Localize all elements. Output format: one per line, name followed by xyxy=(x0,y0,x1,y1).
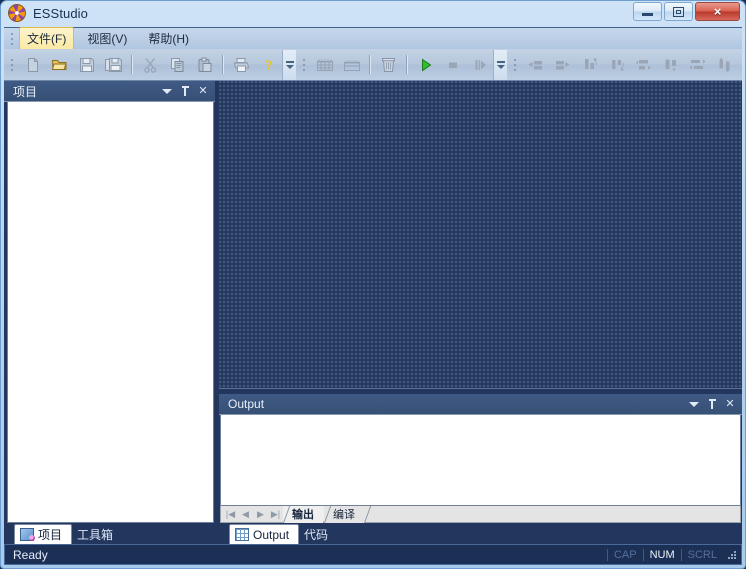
first-sheet-button[interactable]: |◀ xyxy=(223,507,238,521)
status-bar: Ready CAP NUM SCRL xyxy=(4,544,742,565)
prev-sheet-button[interactable]: ◀ xyxy=(238,507,253,521)
toolbar-overflow-1[interactable] xyxy=(282,49,296,80)
editor-canvas[interactable] xyxy=(219,81,742,389)
project-panel-caption: 项目 ✕ xyxy=(4,81,215,102)
svg-text:?: ? xyxy=(265,58,273,73)
panel-dropdown-icon[interactable] xyxy=(159,83,175,99)
step-over-icon[interactable] xyxy=(467,52,492,77)
edit-table-icon[interactable] xyxy=(339,52,364,77)
workspace: 项目 ✕ 项目 工具箱 Output ✕ |◀ ◀ ▶ ▶| 输出 编译 Out… xyxy=(4,81,742,544)
status-badge-cap: CAP xyxy=(606,548,643,561)
dock-tab-output[interactable]: Output xyxy=(229,524,300,544)
toolbar-separator-1 xyxy=(131,55,133,74)
panel-dropdown-icon[interactable] xyxy=(686,396,702,412)
align-left-icon[interactable] xyxy=(523,52,548,77)
cut-scissors-icon[interactable] xyxy=(138,52,163,77)
align-right-icon[interactable] xyxy=(550,52,575,77)
new-file-icon[interactable] xyxy=(20,52,45,77)
dock-tab-project[interactable]: 项目 xyxy=(14,524,73,544)
toolbar-drag-grip-2[interactable] xyxy=(300,57,308,73)
minimize-icon xyxy=(642,12,653,16)
panel-close-icon[interactable]: ✕ xyxy=(722,396,738,412)
open-folder-icon[interactable] xyxy=(47,52,72,77)
add-table-icon[interactable] xyxy=(312,52,337,77)
toolbar-overflow-2[interactable] xyxy=(493,49,507,80)
maximize-icon xyxy=(673,6,684,17)
output-panel-title: Output xyxy=(228,397,265,411)
status-badge-num: NUM xyxy=(642,548,681,561)
close-icon: × xyxy=(713,4,722,19)
next-sheet-button[interactable]: ▶ xyxy=(253,507,268,521)
panel-pin-icon[interactable] xyxy=(704,396,720,412)
window-controls: × xyxy=(633,2,740,21)
panel-pin-icon[interactable] xyxy=(177,83,193,99)
sheet-tab-output[interactable]: 输出 xyxy=(283,505,324,523)
menu-item-help[interactable]: 帮助(H) xyxy=(140,27,197,50)
toolbar-separator-3 xyxy=(369,55,371,74)
project-panel-title: 项目 xyxy=(13,84,38,99)
size-to-width-icon[interactable] xyxy=(739,52,742,77)
output-panel-caption: Output ✕ xyxy=(219,394,742,415)
output-text-area[interactable] xyxy=(220,415,741,506)
project-dock-tabs: 项目 工具箱 xyxy=(4,523,215,544)
last-sheet-button[interactable]: ▶| xyxy=(268,507,283,521)
output-grid-icon xyxy=(235,528,249,541)
panel-close-icon[interactable]: ✕ xyxy=(195,83,211,99)
run-play-icon[interactable] xyxy=(413,52,438,77)
toolbar-separator-4 xyxy=(406,55,408,74)
paste-icon[interactable] xyxy=(192,52,217,77)
sheet-tab-compile[interactable]: 编译 xyxy=(324,505,365,523)
close-button[interactable]: × xyxy=(695,2,740,21)
dock-tab-code[interactable]: 代码 xyxy=(299,524,337,544)
align-bottom-icon[interactable] xyxy=(604,52,629,77)
menu-item-view[interactable]: 视图(V) xyxy=(79,27,135,50)
make-same-width-icon[interactable] xyxy=(631,52,656,77)
title-bar: ESStudio × xyxy=(0,0,746,26)
space-down-icon[interactable] xyxy=(712,52,737,77)
project-tree-area[interactable] xyxy=(7,102,214,523)
print-icon[interactable] xyxy=(229,52,254,77)
dock-tab-toolbox-label: 工具箱 xyxy=(77,527,114,542)
toolbar-drag-grip-3[interactable] xyxy=(511,57,519,73)
status-badge-scrl: SCRL xyxy=(680,548,723,561)
maximize-button[interactable] xyxy=(664,2,693,21)
project-dock: 项目 ✕ 项目 工具箱 xyxy=(4,81,215,544)
starburst-icon xyxy=(8,4,26,22)
copy-icon[interactable] xyxy=(165,52,190,77)
project-icon xyxy=(20,528,35,541)
space-across-icon[interactable] xyxy=(685,52,710,77)
menu-drag-grip[interactable] xyxy=(8,31,16,47)
minimize-button[interactable] xyxy=(633,2,662,21)
toolbar-separator-2 xyxy=(222,55,224,74)
stop-square-icon[interactable] xyxy=(440,52,465,77)
resize-grip-icon[interactable] xyxy=(726,548,739,561)
editor-dock: Output ✕ |◀ ◀ ▶ ▶| 输出 编译 Output 代码 xyxy=(219,81,742,544)
align-top-icon[interactable] xyxy=(577,52,602,77)
output-dock-tabs: Output 代码 xyxy=(219,523,742,544)
window-title: ESStudio xyxy=(33,5,89,21)
dock-tab-code-label: 代码 xyxy=(304,527,329,542)
make-same-height-icon[interactable] xyxy=(658,52,683,77)
save-icon[interactable] xyxy=(74,52,99,77)
esstudio-window: ESStudio × 文件(F) 视图(V) 帮助(H) ? 项目 ✕ 项目 工… xyxy=(0,0,746,569)
toolbar-drag-grip-1[interactable] xyxy=(8,57,16,73)
save-all-icon[interactable] xyxy=(101,52,126,77)
trash-delete-icon[interactable] xyxy=(376,52,401,77)
status-message: Ready xyxy=(13,547,48,562)
dock-tab-output-label: Output xyxy=(253,527,290,542)
dock-tab-toolbox[interactable]: 工具箱 xyxy=(72,524,122,544)
help-question-icon[interactable]: ? xyxy=(256,52,281,77)
output-dock: Output ✕ |◀ ◀ ▶ ▶| 输出 编译 Output 代码 xyxy=(219,394,742,544)
main-toolbar: ? xyxy=(4,49,742,81)
dock-tab-project-label: 项目 xyxy=(38,528,63,542)
menu-bar: 文件(F) 视图(V) 帮助(H) xyxy=(4,27,742,50)
menu-item-file[interactable]: 文件(F) xyxy=(19,27,75,50)
output-sheet-tabbar: |◀ ◀ ▶ ▶| 输出 编译 xyxy=(220,505,741,523)
